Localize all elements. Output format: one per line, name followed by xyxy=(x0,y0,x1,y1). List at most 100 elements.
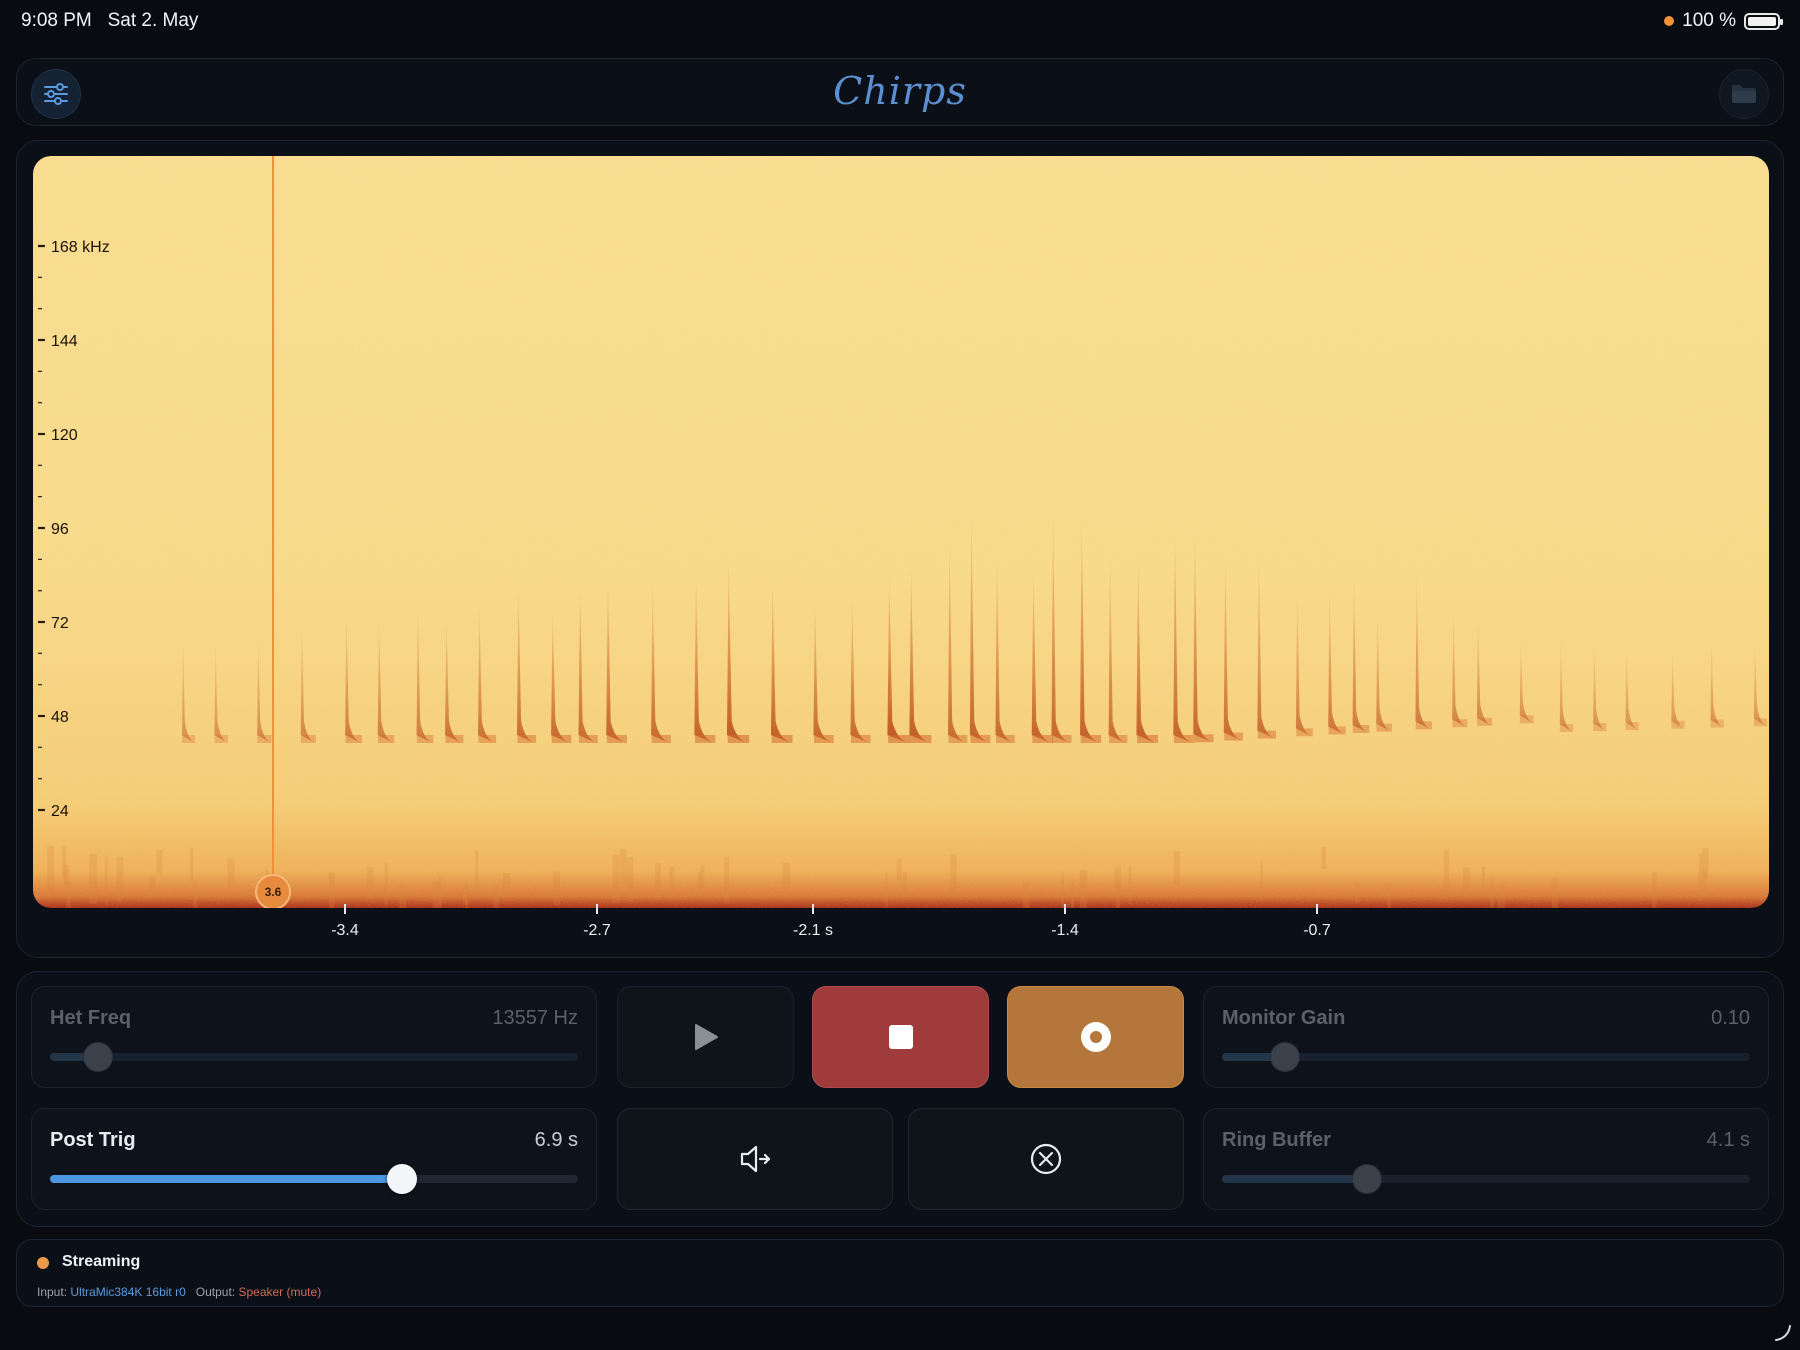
status-bar: 9:08 PM Sat 2. May 100 % xyxy=(0,0,1800,44)
noise-mark xyxy=(626,857,634,903)
het-freq-value: 13557 Hz xyxy=(492,1007,578,1029)
bat-call-tail xyxy=(182,735,196,743)
noise-mark xyxy=(66,880,71,908)
ring-buffer-label: Ring Buffer xyxy=(1222,1129,1331,1151)
speaker-mute-icon xyxy=(740,1145,771,1173)
noise-mark xyxy=(1702,848,1709,878)
bat-call-tail xyxy=(695,735,716,743)
input-device[interactable]: UltraMic384K 16bit r0 xyxy=(70,1285,185,1299)
bat-call-tail xyxy=(888,735,911,743)
bat-call-tail xyxy=(579,735,598,743)
controls-panel: Het Freq 13557 Hz Monitor Gain 0.10 Post… xyxy=(16,971,1784,1227)
noise-mark xyxy=(47,846,54,892)
monitor-gain-thumb[interactable] xyxy=(1271,1043,1300,1071)
bat-call-tail xyxy=(1559,723,1574,732)
bat-call-tail xyxy=(1519,715,1534,724)
trigger-marker-label: 3.6 xyxy=(264,885,282,899)
post-trig-slider: Post Trig 6.9 s xyxy=(31,1108,597,1210)
cancel-circle-icon xyxy=(1030,1143,1062,1175)
resize-handle-icon xyxy=(1775,1325,1791,1341)
spectrogram[interactable]: 168 kHz 144 120 96 72 48 24 3.6 xyxy=(33,156,1769,908)
noise-mark xyxy=(619,849,627,884)
files-button[interactable] xyxy=(1719,69,1769,119)
noise-mark xyxy=(1354,881,1360,903)
het-freq-track[interactable] xyxy=(50,1043,578,1071)
bat-call-tail xyxy=(771,735,793,743)
record-button[interactable] xyxy=(1007,986,1184,1088)
noise-mark xyxy=(328,872,335,908)
stream-status: Streaming xyxy=(62,1253,141,1270)
bat-call-tail xyxy=(1052,735,1072,743)
noise-mark xyxy=(432,880,440,908)
freq-label: 24 xyxy=(51,803,69,820)
bat-call-tail xyxy=(1710,719,1724,728)
noise-mark xyxy=(669,866,675,900)
output-device[interactable]: Speaker (mute) xyxy=(238,1285,321,1299)
monitor-gain-label: Monitor Gain xyxy=(1222,1007,1346,1029)
bat-call-tail xyxy=(257,735,272,743)
noise-mark xyxy=(156,850,163,874)
play-button[interactable] xyxy=(617,986,794,1088)
bat-call-tail xyxy=(970,735,991,743)
noise-mark xyxy=(782,862,790,889)
freq-label: 168 kHz xyxy=(51,239,110,256)
noise-mark xyxy=(384,862,388,906)
bat-call-tail xyxy=(948,735,968,743)
noise-mark xyxy=(724,856,730,904)
noise-mark xyxy=(1387,883,1391,908)
noise-mark xyxy=(1061,871,1064,908)
bat-call-tail xyxy=(1032,735,1053,743)
bat-call-tail xyxy=(1477,717,1493,726)
app-header: Chirps xyxy=(16,58,1784,126)
het-freq-thumb[interactable] xyxy=(83,1043,112,1071)
post-trig-label: Post Trig xyxy=(50,1129,136,1151)
bat-call-tail xyxy=(727,735,750,743)
het-freq-slider: Het Freq 13557 Hz xyxy=(31,986,597,1088)
noise-mark xyxy=(700,865,705,889)
noise-mark xyxy=(1463,867,1470,893)
post-trig-track[interactable] xyxy=(50,1164,578,1194)
noise-mark xyxy=(902,871,907,896)
bat-call-tail xyxy=(517,735,537,743)
time-label: -3.4 xyxy=(331,922,359,939)
bat-call-tail xyxy=(345,735,362,743)
noise-mark xyxy=(1497,883,1505,908)
bat-call-tail xyxy=(606,735,628,743)
trigger-marker[interactable]: 3.6 xyxy=(255,874,291,908)
app-title: Chirps xyxy=(833,69,967,113)
bat-call-tail xyxy=(416,735,434,743)
noise-mark xyxy=(439,875,442,908)
ring-buffer-slider: Ring Buffer 4.1 s xyxy=(1203,1108,1769,1210)
ring-buffer-track[interactable] xyxy=(1222,1165,1750,1193)
ring-buffer-thumb[interactable] xyxy=(1353,1165,1382,1193)
bat-call-tail xyxy=(378,735,395,743)
speaker-mute-button[interactable] xyxy=(617,1108,893,1210)
noise-mark xyxy=(116,857,124,902)
freq-label: 144 xyxy=(51,333,78,350)
noise-mark xyxy=(1173,851,1181,886)
bat-call-tail xyxy=(478,735,497,743)
noise-mark xyxy=(193,883,198,908)
noise-mark xyxy=(104,855,108,905)
streaming-indicator-icon xyxy=(37,1257,49,1269)
bat-call-tail xyxy=(1753,718,1768,727)
post-trig-value: 6.9 s xyxy=(534,1129,578,1151)
noise-mark xyxy=(149,876,156,898)
bat-call-tail xyxy=(1080,735,1102,743)
bat-call-tail xyxy=(1452,719,1468,728)
cancel-button[interactable] xyxy=(908,1108,1184,1210)
stop-icon xyxy=(888,1025,913,1049)
stop-button[interactable] xyxy=(812,986,989,1088)
noise-mark xyxy=(1070,882,1075,908)
time-tick xyxy=(344,904,346,914)
freq-label: 96 xyxy=(51,521,69,538)
monitor-gain-track[interactable] xyxy=(1222,1043,1750,1071)
bat-call-tail xyxy=(1137,735,1158,743)
post-trig-thumb[interactable] xyxy=(387,1164,418,1194)
bat-call-tail xyxy=(445,735,464,743)
bat-call-tail xyxy=(1352,725,1370,734)
noise-mark xyxy=(612,854,620,904)
output-label: Output: xyxy=(195,1285,236,1299)
time-tick xyxy=(1316,904,1318,914)
bat-call-tail xyxy=(214,735,229,743)
